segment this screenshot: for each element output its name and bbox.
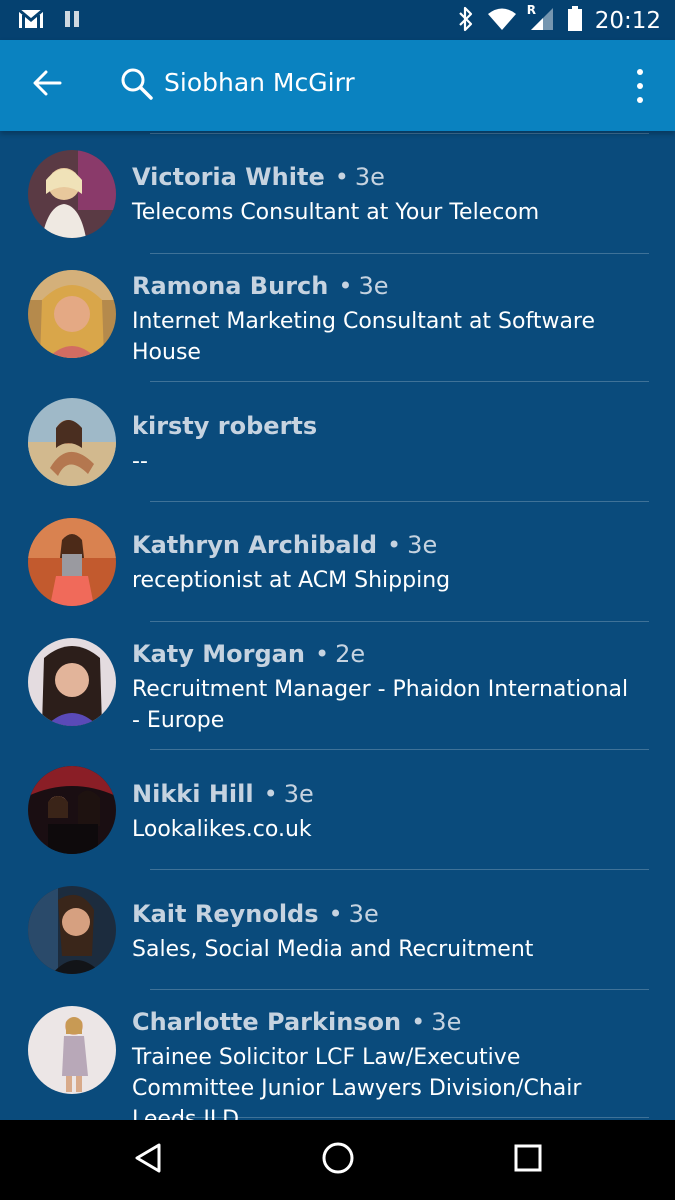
overflow-menu-dot: [637, 83, 643, 89]
avatar[interactable]: [28, 766, 116, 854]
person-name[interactable]: Kathryn Archibald: [132, 531, 377, 559]
list-divider: [150, 381, 649, 382]
person-headline: Sales, Social Media and Recruitment: [132, 937, 534, 962]
avatar[interactable]: [28, 518, 116, 606]
person-name[interactable]: Kait Reynolds: [132, 900, 319, 928]
connection-degree: 3e: [358, 272, 389, 300]
person-title-line: Kait Reynolds • 3e: [132, 900, 651, 928]
battery-icon: [567, 6, 583, 36]
overflow-menu-dot: [637, 97, 643, 103]
list-divider: [150, 133, 649, 134]
list-divider: [150, 621, 649, 622]
degree-separator: •: [334, 163, 349, 191]
person-headline: Lookalikes.co.uk: [132, 817, 312, 842]
person-name[interactable]: Charlotte Parkinson: [132, 1008, 401, 1036]
person-name[interactable]: Victoria White: [132, 163, 325, 191]
home-circle-icon: [321, 1141, 355, 1179]
person-title-line: Katy Morgan • 2e: [132, 640, 651, 668]
overflow-menu-icon: [637, 69, 643, 75]
search-input[interactable]: Siobhan McGirr: [164, 68, 355, 97]
person-headline: --: [132, 449, 148, 474]
list-divider: [150, 1117, 649, 1118]
avatar[interactable]: [28, 886, 116, 974]
search-icon[interactable]: [120, 67, 154, 101]
connection-degree: 3e: [354, 163, 385, 191]
degree-separator: •: [338, 272, 353, 300]
list-divider: [150, 749, 649, 750]
connection-degree: 3e: [407, 531, 438, 559]
person-name[interactable]: kirsty roberts: [132, 412, 317, 440]
status-time: 20:12: [594, 8, 661, 34]
degree-separator: •: [263, 780, 278, 808]
person-title-line: kirsty roberts: [132, 412, 651, 440]
nav-back-button[interactable]: [126, 1138, 170, 1182]
person-headline: Internet Marketing Consultant at Softwar…: [132, 309, 596, 365]
person-headline: Recruitment Manager - Phaidon Internatio…: [132, 677, 629, 733]
connection-degree: 3e: [348, 900, 379, 928]
signal-icon: R: [527, 3, 555, 35]
gmail-icon: [18, 8, 44, 33]
person-title-line: Nikki Hill • 3e: [132, 780, 651, 808]
person-name[interactable]: Katy Morgan: [132, 640, 305, 668]
nav-home-button[interactable]: [316, 1138, 360, 1182]
wifi-icon: [487, 7, 517, 35]
avatar[interactable]: [28, 270, 116, 358]
person-name[interactable]: Nikki Hill: [132, 780, 254, 808]
list-divider: [150, 501, 649, 502]
status-bar: R 20:12: [0, 0, 675, 40]
list-divider: [150, 869, 649, 870]
degree-separator: •: [328, 900, 343, 928]
search-results-list: Victoria White • 3e Telecoms Consultant at…: [0, 131, 675, 1120]
back-arrow-icon: [32, 70, 62, 100]
back-button[interactable]: [24, 62, 70, 108]
system-nav-bar: [0, 1120, 675, 1200]
person-headline: Telecoms Consultant at Your Telecom: [132, 200, 540, 225]
person-headline: Trainee Solicitor LCF Law/Executive Comm…: [132, 1045, 582, 1120]
degree-separator: •: [387, 531, 402, 559]
person-title-line: Charlotte Parkinson • 3e: [132, 1008, 651, 1036]
person-title-line: Victoria White • 3e: [132, 163, 651, 191]
avatar[interactable]: [28, 150, 116, 238]
avatar[interactable]: [28, 1006, 116, 1094]
app-bar: Siobhan McGirr: [0, 40, 675, 131]
connection-degree: 3e: [431, 1008, 462, 1036]
nav-recents-button[interactable]: [506, 1138, 550, 1182]
pause-icon: [64, 10, 80, 32]
avatar[interactable]: [28, 398, 116, 486]
degree-separator: •: [314, 640, 330, 668]
avatar[interactable]: [28, 638, 116, 726]
network-indicator: R: [526, 3, 536, 17]
person-title-line: Kathryn Archibald • 3e: [132, 531, 651, 559]
back-triangle-icon: [133, 1142, 163, 1178]
person-name[interactable]: Ramona Burch: [132, 272, 328, 300]
connection-degree: 3e: [283, 780, 314, 808]
person-headline: receptionist at ACM Shipping: [132, 568, 451, 593]
connection-degree: 2e: [335, 640, 366, 668]
degree-separator: •: [411, 1008, 426, 1036]
overflow-menu-button[interactable]: [631, 66, 649, 106]
list-divider: [150, 989, 649, 990]
person-title-line: Ramona Burch • 3e: [132, 272, 651, 300]
list-divider: [150, 253, 649, 254]
recents-square-icon: [513, 1143, 543, 1177]
bluetooth-icon: [457, 6, 475, 36]
